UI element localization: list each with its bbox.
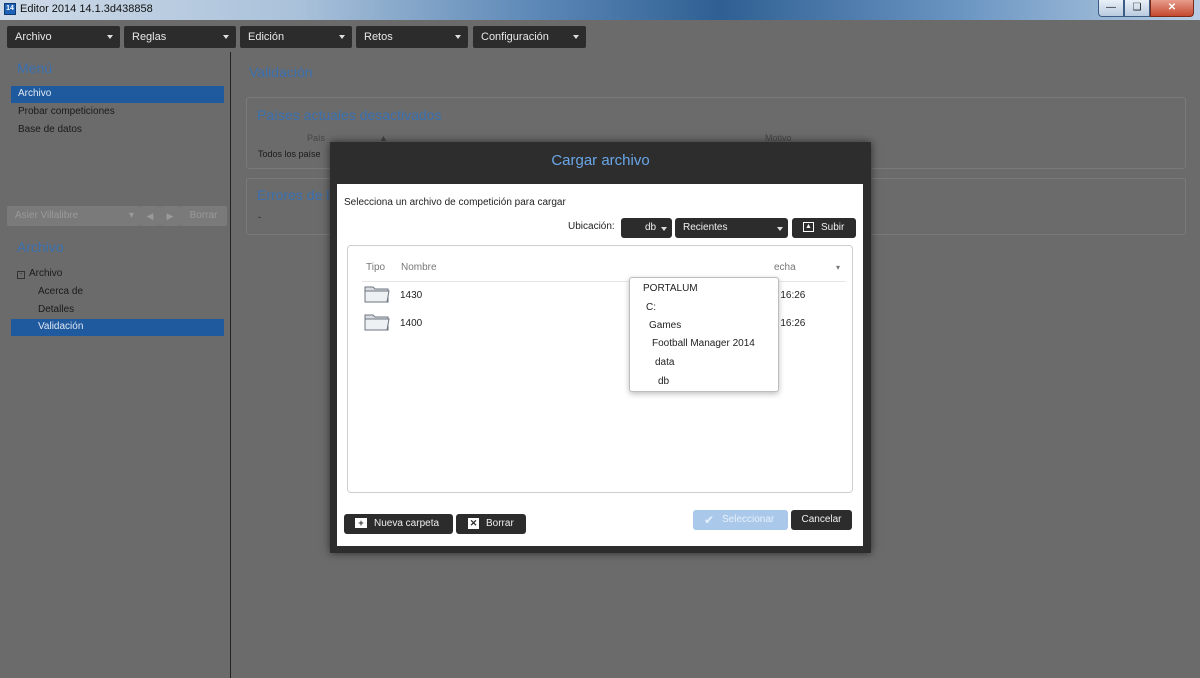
archivo-heading: Archivo: [17, 239, 64, 255]
select-label: Seleccionar: [722, 514, 775, 525]
table-row[interactable]: Todos los paíse: [258, 149, 321, 159]
new-folder-icon: +: [355, 518, 367, 528]
delete-label: Borrar: [486, 518, 514, 529]
menu-retos-label: Retos: [364, 31, 393, 43]
delete-icon: ✕: [468, 518, 479, 529]
folder-icon: [364, 286, 390, 303]
tree-item-acerca-de[interactable]: Acerca de: [11, 284, 224, 301]
tree-item-validacion[interactable]: Validación: [11, 319, 224, 336]
menu-retos[interactable]: Retos: [356, 26, 468, 48]
window-title: Editor 2014 14.1.3d438858: [20, 3, 153, 15]
menu-heading: Menú: [17, 60, 53, 76]
menu-configuracion-label: Configuración: [481, 31, 549, 43]
dialog-title: Cargar archivo: [551, 152, 650, 169]
chevron-down-icon: ▾: [128, 210, 134, 221]
check-icon: ✔: [704, 513, 715, 527]
path-item-portalum[interactable]: PORTALUM: [643, 283, 698, 294]
path-item-football-manager[interactable]: Football Manager 2014: [652, 338, 755, 349]
menu-configuracion[interactable]: Configuración: [473, 26, 586, 48]
sidebar-item-archivo[interactable]: Archivo: [11, 86, 224, 103]
chevron-down-icon: [661, 227, 667, 231]
chevron-down-icon: [573, 35, 579, 39]
prev-arrow-icon[interactable]: ◀: [140, 206, 160, 226]
column-header-tipo[interactable]: Tipo: [366, 262, 385, 273]
folder-icon: [364, 314, 390, 331]
up-folder-label: Subir: [821, 222, 845, 233]
sidebar-item-base-de-datos[interactable]: Base de datos: [11, 122, 224, 139]
path-item-c[interactable]: C:: [646, 302, 656, 313]
folder-up-icon: ▲: [803, 222, 814, 232]
panel-errores-title: Errores de li: [257, 187, 333, 203]
tree-root-label: Archivo: [29, 268, 63, 279]
chevron-down-icon[interactable]: ▾: [836, 263, 840, 272]
user-select[interactable]: Asier Villalibre ▾: [7, 206, 140, 226]
menu-edicion[interactable]: Edición: [240, 26, 352, 48]
recent-dropdown[interactable]: Recientes: [675, 218, 788, 238]
minimize-button[interactable]: —: [1098, 0, 1124, 17]
panel-errores-value: -: [258, 212, 261, 222]
path-item-games[interactable]: Games: [649, 320, 681, 331]
new-folder-label: Nueva carpeta: [374, 518, 440, 529]
menu-archivo[interactable]: Archivo: [7, 26, 120, 48]
chevron-down-icon: [107, 35, 113, 39]
column-header-nombre[interactable]: Nombre: [401, 262, 437, 273]
user-delete-button[interactable]: Borrar: [180, 206, 227, 226]
menu-bar: Archivo Reglas Edición Retos Configuraci…: [0, 20, 1200, 52]
location-label: Ubicación:: [568, 221, 615, 232]
load-file-dialog: Cargar archivo Selecciona un archivo de …: [330, 142, 871, 553]
menu-reglas-label: Reglas: [132, 31, 167, 43]
menu-archivo-label: Archivo: [15, 31, 52, 43]
location-dropdown[interactable]: db: [621, 218, 672, 238]
up-folder-button[interactable]: ▲ Subir: [792, 218, 856, 238]
menu-reglas[interactable]: Reglas: [124, 26, 236, 48]
file-name: 1430: [400, 290, 423, 301]
recent-label: Recientes: [683, 222, 728, 233]
user-selector-row: Asier Villalibre ▾ ◀ ▶ Borrar: [7, 206, 227, 226]
menu-edicion-label: Edición: [248, 31, 285, 43]
select-button[interactable]: ✔ Seleccionar: [693, 510, 788, 530]
tree-item-detalles[interactable]: Detalles: [11, 302, 224, 319]
maximize-button[interactable]: ❑: [1124, 0, 1150, 17]
close-button[interactable]: ✕: [1150, 0, 1194, 17]
chevron-down-icon: [777, 227, 783, 231]
path-item-db[interactable]: db: [658, 376, 669, 387]
window-title-bar: 14 Editor 2014 14.1.3d438858 — ❑ ✕: [0, 0, 1200, 20]
app-icon: 14: [4, 3, 16, 15]
location-path-menu: PORTALUM C: Games Football Manager 2014 …: [629, 277, 779, 392]
sidebar: Menú Archivo Probar competiciones Base d…: [0, 52, 231, 678]
column-header-fecha[interactable]: echa: [774, 262, 796, 273]
next-arrow-icon[interactable]: ▶: [160, 206, 180, 226]
chevron-down-icon: [223, 35, 229, 39]
dialog-body: Selecciona un archivo de competición par…: [337, 184, 863, 546]
page-title: Validación: [249, 64, 313, 80]
path-item-data[interactable]: data: [655, 357, 674, 368]
chevron-down-icon: [339, 35, 345, 39]
delete-button[interactable]: ✕ Borrar: [456, 514, 526, 534]
collapse-icon[interactable]: -: [17, 271, 25, 279]
location-value: db: [645, 222, 657, 233]
dialog-instruction: Selecciona un archivo de competición par…: [344, 197, 566, 208]
cancel-button[interactable]: Cancelar: [791, 510, 852, 530]
user-select-value: Asier Villalibre: [15, 210, 79, 221]
panel-paises-title: Países actuales desactivados: [257, 107, 442, 123]
tree-root-archivo[interactable]: - Archivo: [11, 266, 224, 283]
column-header-pais[interactable]: País: [307, 133, 325, 143]
new-folder-button[interactable]: + Nueva carpeta: [344, 514, 453, 534]
file-name: 1400: [400, 318, 423, 329]
chevron-down-icon: [455, 35, 461, 39]
sidebar-item-probar-competiciones[interactable]: Probar competiciones: [11, 104, 224, 121]
